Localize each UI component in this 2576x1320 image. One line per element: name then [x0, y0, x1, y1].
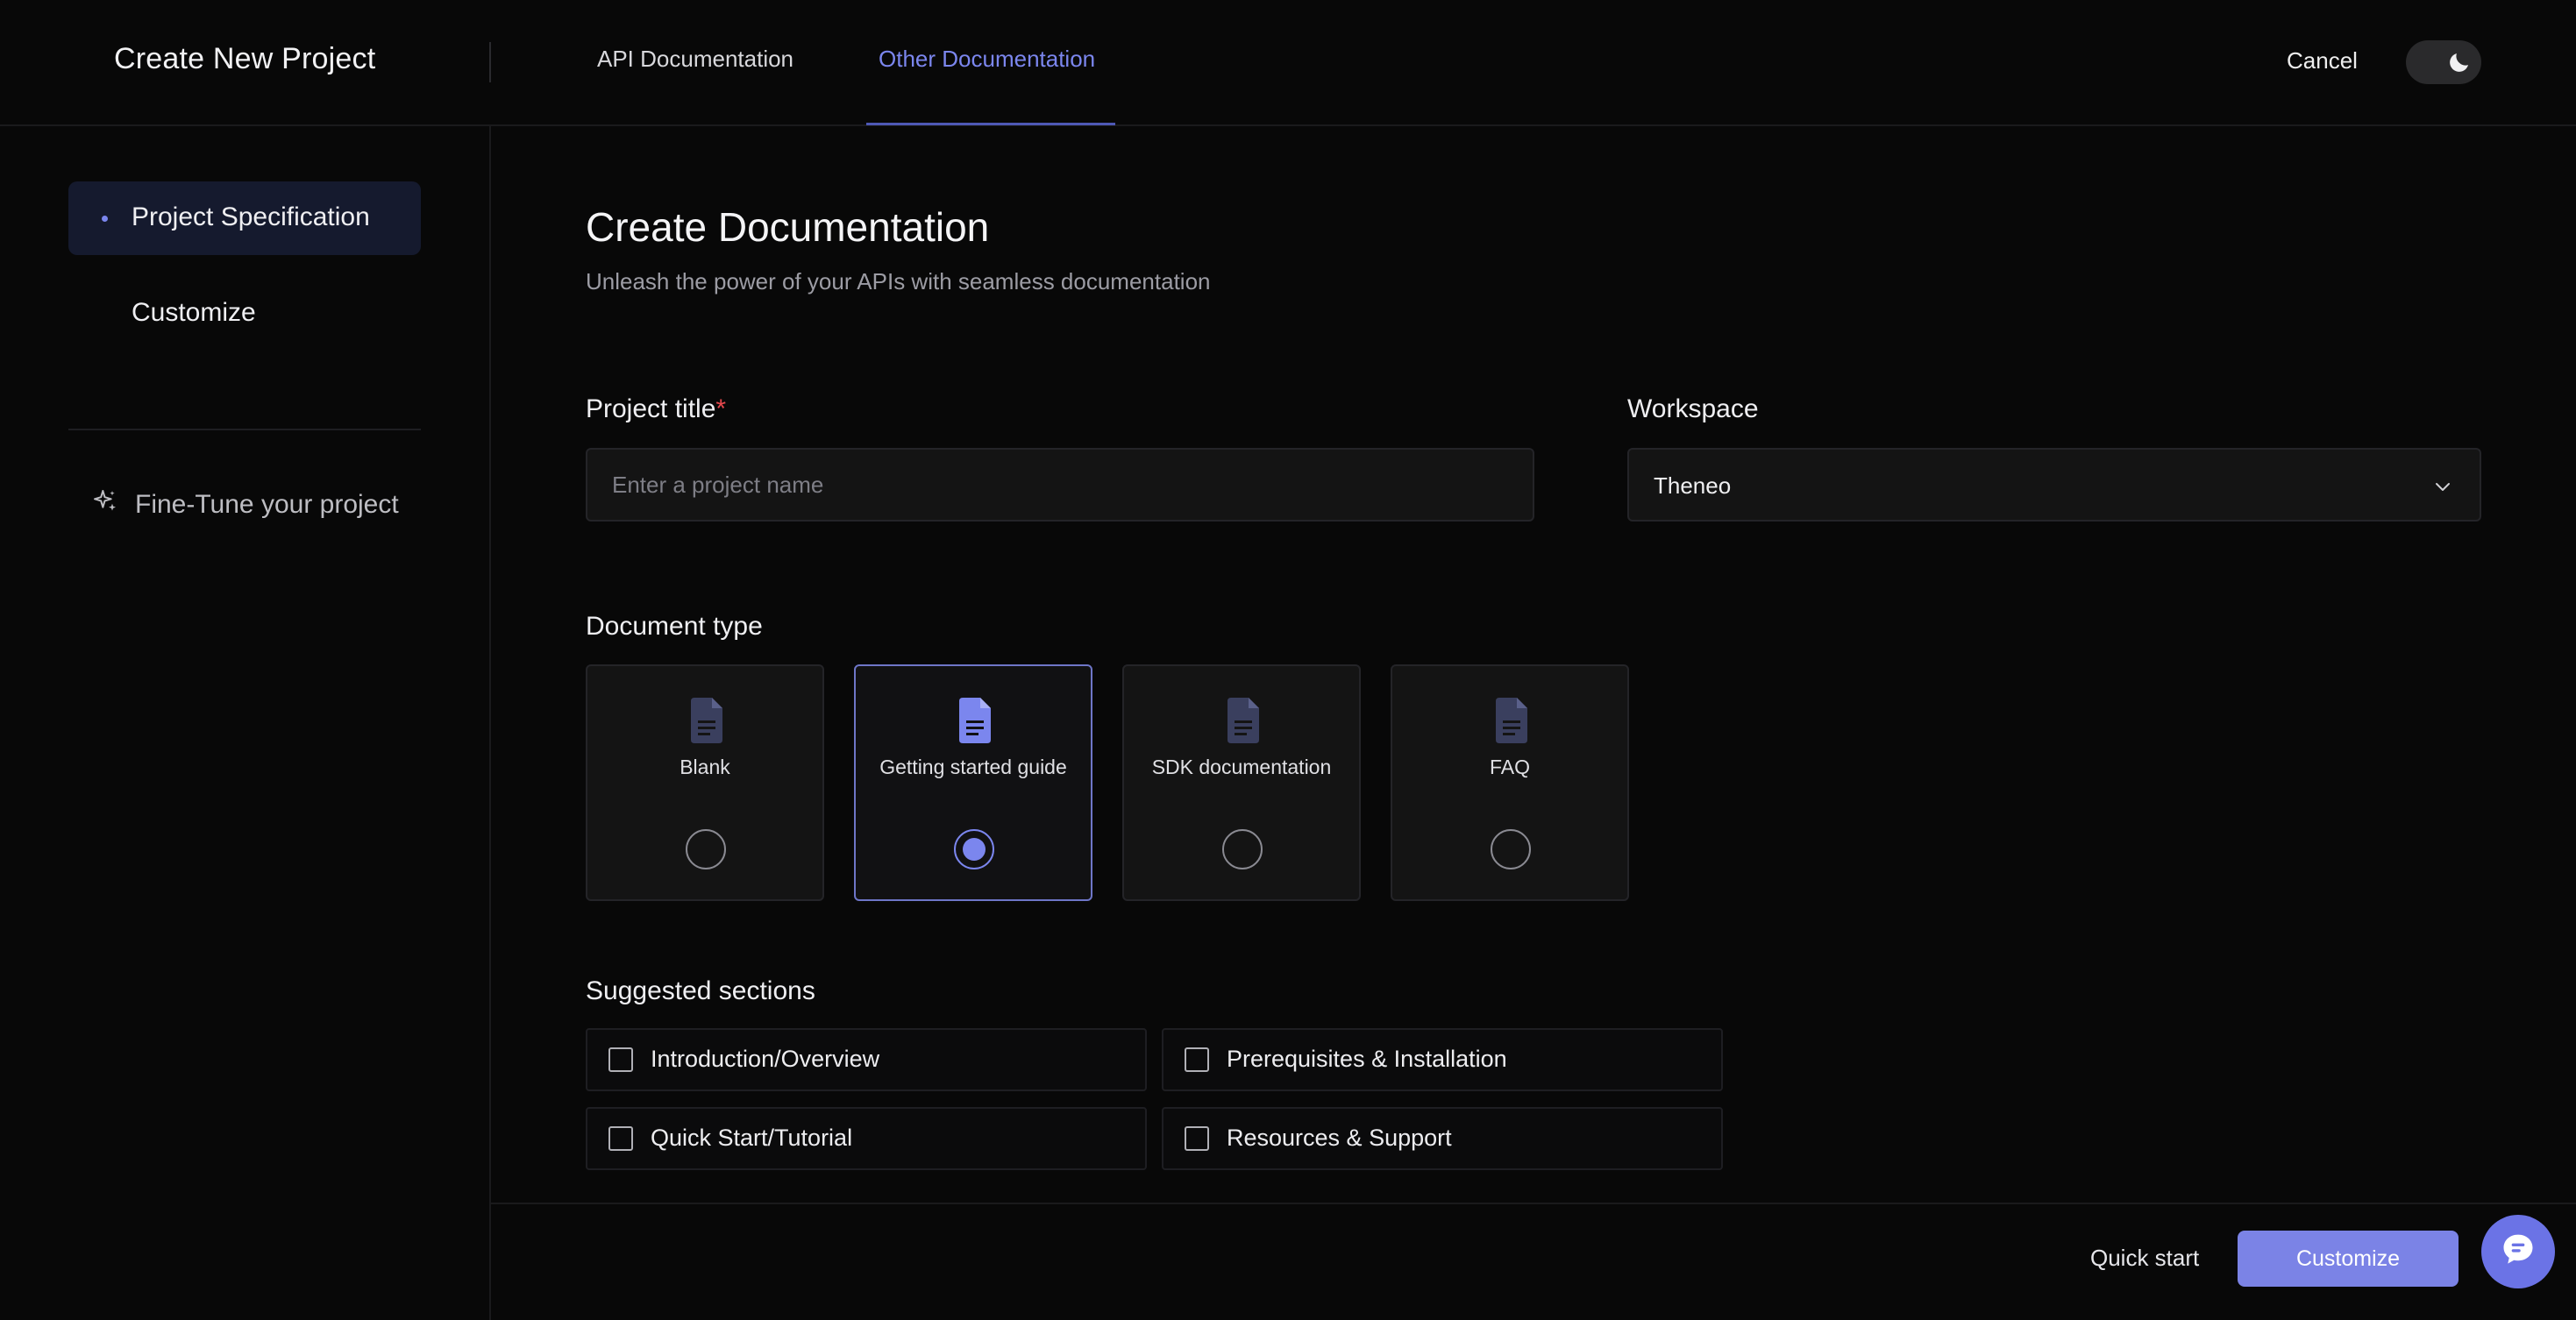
document-type-label: Document type — [586, 612, 763, 641]
moon-icon — [2443, 46, 2476, 79]
project-title-input[interactable] — [586, 448, 1534, 522]
required-mark: * — [715, 394, 727, 423]
section-checkbox-resources[interactable]: Resources & Support — [1162, 1107, 1723, 1170]
document-icon — [1224, 698, 1263, 748]
sidebar-item-project-specification[interactable]: Project Specification — [68, 181, 421, 255]
doc-type-radio[interactable] — [954, 829, 994, 869]
document-icon — [1492, 698, 1531, 748]
checkbox-label: Quick Start/Tutorial — [651, 1125, 853, 1151]
checkbox[interactable] — [1185, 1126, 1209, 1151]
sidebar-divider — [68, 429, 421, 430]
app-window: Create New Project API Documentation Oth… — [0, 0, 2576, 1320]
header-divider — [489, 42, 491, 82]
document-icon — [687, 698, 726, 748]
tab-other-documentation[interactable]: Other Documentation — [879, 46, 1095, 73]
sidebar-item-label: Customize — [132, 298, 256, 327]
suggested-sections-label: Suggested sections — [586, 976, 815, 1005]
doc-type-label: Getting started guide — [879, 756, 1067, 778]
checkbox-label: Prerequisites & Installation — [1227, 1046, 1507, 1072]
section-checkbox-prerequisites[interactable]: Prerequisites & Installation — [1162, 1028, 1723, 1091]
checkbox[interactable] — [1185, 1047, 1209, 1072]
doc-type-card-faq[interactable]: FAQ — [1391, 664, 1629, 901]
theme-toggle[interactable] — [2406, 40, 2481, 84]
workspace-selected-value: Theneo — [1654, 472, 1732, 499]
main-content: Create Documentation Unleash the power o… — [491, 126, 2576, 1204]
doc-type-label: FAQ — [1489, 756, 1530, 778]
section-subheading: Unleash the power of your APIs with seam… — [586, 268, 1211, 295]
doc-type-radio[interactable] — [1222, 829, 1263, 869]
sidebar: Project Specification Customize Fine-Tun… — [0, 126, 491, 1320]
doc-type-label: SDK documentation — [1151, 756, 1332, 778]
checkbox[interactable] — [608, 1047, 633, 1072]
sidebar-item-label: Project Specification — [132, 202, 370, 231]
project-title-label: Project title* — [586, 394, 726, 424]
checkbox-label: Introduction/Overview — [651, 1046, 880, 1072]
workspace-select[interactable]: Theneo — [1627, 448, 2481, 522]
checkbox[interactable] — [608, 1126, 633, 1151]
doc-type-card-blank[interactable]: Blank — [586, 664, 824, 901]
doc-type-card-getting-started[interactable]: Getting started guide — [854, 664, 1092, 901]
fine-tune-button[interactable]: Fine-Tune your project — [91, 487, 399, 522]
chevron-down-icon — [2432, 476, 2453, 501]
fine-tune-label: Fine-Tune your project — [135, 490, 399, 519]
doc-type-card-sdk[interactable]: SDK documentation — [1122, 664, 1361, 901]
sidebar-item-customize[interactable]: Customize — [68, 277, 421, 351]
sparkle-icon — [91, 487, 119, 522]
doc-type-radio[interactable] — [1491, 829, 1531, 869]
checkbox-label: Resources & Support — [1227, 1125, 1452, 1151]
chat-icon — [2499, 1231, 2537, 1274]
cancel-button[interactable]: Cancel — [2287, 47, 2358, 75]
document-icon — [956, 698, 994, 748]
workspace-label: Workspace — [1627, 394, 1759, 423]
footer-bar: Quick start Customize — [491, 1203, 2576, 1320]
section-heading: Create Documentation — [586, 204, 990, 250]
doc-type-label: Blank — [680, 756, 730, 778]
quick-start-button[interactable]: Quick start — [2090, 1245, 2199, 1272]
doc-type-radio[interactable] — [686, 829, 726, 869]
chat-support-button[interactable] — [2481, 1215, 2555, 1288]
page-title: Create New Project — [114, 42, 376, 75]
active-tab-indicator — [866, 123, 1115, 125]
customize-button[interactable]: Customize — [2238, 1231, 2459, 1287]
top-header: Create New Project API Documentation Oth… — [0, 0, 2576, 126]
tab-api-documentation[interactable]: API Documentation — [597, 46, 793, 73]
section-checkbox-introduction[interactable]: Introduction/Overview — [586, 1028, 1147, 1091]
project-title-label-text: Project title — [586, 394, 716, 423]
active-dot — [102, 216, 108, 222]
section-checkbox-quick-start[interactable]: Quick Start/Tutorial — [586, 1107, 1147, 1170]
